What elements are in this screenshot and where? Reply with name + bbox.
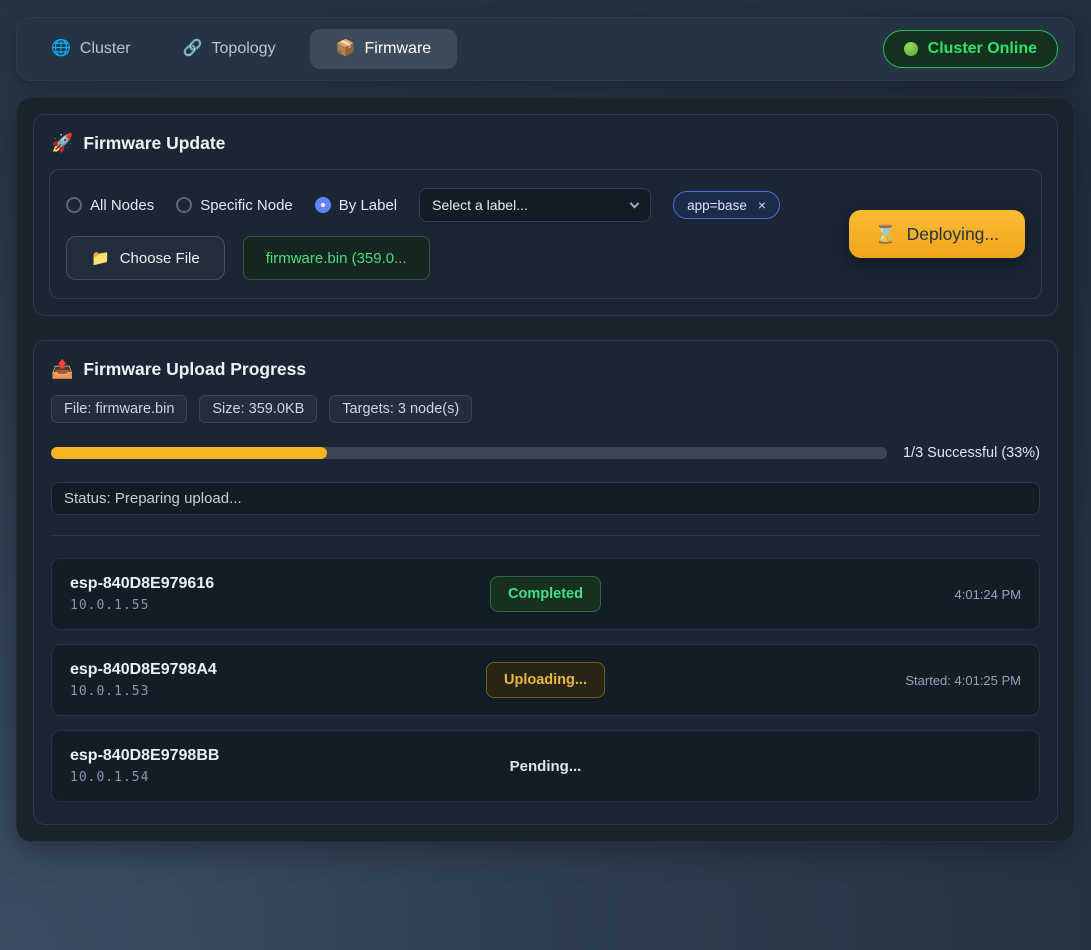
nav-tab-firmware-label: Firmware (365, 40, 432, 58)
radio-all-nodes[interactable]: All Nodes (66, 197, 154, 214)
chip-close-icon[interactable]: × (758, 198, 766, 212)
progress-bar-fill (51, 447, 327, 459)
section-divider (51, 535, 1040, 536)
node-row-2: esp-840D8E9798A4 10.0.1.53 Uploading... … (51, 644, 1040, 716)
deploy-button-label: Deploying... (907, 224, 999, 245)
file-row: 📁 Choose File firmware.bin (359.0... (66, 236, 825, 280)
node-3-info: esp-840D8E9798BB 10.0.1.54 (70, 747, 387, 785)
firmware-update-title: 🚀 Firmware Update (51, 133, 1042, 154)
top-navbar: 🌐 Cluster 🔗 Topology 📦 Firmware Cluster … (16, 17, 1075, 81)
choose-file-button[interactable]: 📁 Choose File (66, 236, 225, 280)
firmware-update-card: 🚀 Firmware Update All Nodes Specific Nod… (33, 114, 1058, 316)
upload-progress-card: 📤 Firmware Upload Progress File: firmwar… (33, 340, 1058, 825)
radio-specific-node[interactable]: Specific Node (176, 197, 293, 214)
cluster-online-label: Cluster Online (928, 40, 1037, 58)
node-2-status-badge: Uploading... (486, 662, 605, 698)
hourglass-icon: ⌛ (875, 224, 897, 245)
radio-by-label-label: By Label (339, 197, 397, 214)
node-3-status-wrap: Pending... (387, 749, 704, 784)
node-2-status-wrap: Uploading... (387, 662, 704, 698)
node-1-info: esp-840D8E979616 10.0.1.55 (70, 575, 387, 613)
node-1-time: 4:01:24 PM (704, 587, 1021, 602)
chevron-down-icon (630, 198, 640, 208)
upload-progress-title: 📤 Firmware Upload Progress (51, 359, 1042, 380)
target-mode-row: All Nodes Specific Node By Label Select … (66, 188, 825, 222)
nav-tab-topology[interactable]: 🔗 Topology (165, 29, 294, 69)
upload-meta-row: File: firmware.bin Size: 359.0KB Targets… (51, 395, 1040, 423)
progress-label: 1/3 Successful (33%) (903, 445, 1040, 461)
upload-status-box: Status: Preparing upload... (51, 482, 1040, 515)
package-icon: 📦 (336, 41, 356, 57)
label-select[interactable]: Select a label... (419, 188, 651, 222)
selected-file-button[interactable]: firmware.bin (359.0... (243, 236, 430, 280)
node-2-name: esp-840D8E9798A4 (70, 661, 387, 679)
nav-tab-topology-label: Topology (212, 40, 276, 58)
meta-targets-badge: Targets: 3 node(s) (329, 395, 472, 423)
firmware-update-title-text: Firmware Update (83, 133, 225, 154)
meta-file-badge: File: firmware.bin (51, 395, 187, 423)
node-1-name: esp-840D8E979616 (70, 575, 387, 593)
online-dot-icon (904, 42, 918, 56)
node-3-status-badge: Pending... (510, 749, 582, 784)
node-row-1: esp-840D8E979616 10.0.1.55 Completed 4:0… (51, 558, 1040, 630)
selected-file-label: firmware.bin (359.0... (266, 250, 407, 267)
node-2-ip: 10.0.1.53 (70, 684, 387, 699)
label-chip-text: app=base (687, 198, 747, 213)
choose-file-label: Choose File (120, 250, 200, 267)
deploy-button[interactable]: ⌛ Deploying... (849, 210, 1025, 258)
progress-row: 1/3 Successful (33%) (51, 445, 1040, 461)
node-1-status-wrap: Completed (387, 576, 704, 612)
node-3-name: esp-840D8E9798BB (70, 747, 387, 765)
upload-progress-title-text: Firmware Upload Progress (83, 359, 306, 380)
radio-by-label-circle[interactable] (315, 197, 331, 213)
outbox-tray-icon: 📤 (51, 359, 73, 380)
radio-specific-node-label: Specific Node (200, 197, 293, 214)
cluster-online-badge: Cluster Online (883, 30, 1058, 68)
radio-by-label[interactable]: By Label (315, 197, 397, 214)
radio-all-nodes-label: All Nodes (90, 197, 154, 214)
nav-tab-firmware[interactable]: 📦 Firmware (310, 29, 458, 69)
progress-bar-track (51, 447, 887, 459)
node-1-ip: 10.0.1.55 (70, 598, 387, 613)
node-3-ip: 10.0.1.54 (70, 770, 387, 785)
radio-specific-node-circle[interactable] (176, 197, 192, 213)
link-icon: 🔗 (183, 41, 203, 57)
label-chip-app-base[interactable]: app=base × (673, 191, 780, 219)
main-container: 🚀 Firmware Update All Nodes Specific Nod… (16, 97, 1075, 842)
deploy-form-left: All Nodes Specific Node By Label Select … (66, 188, 825, 280)
upload-status-text: Status: Preparing upload... (64, 490, 242, 507)
rocket-icon: 🚀 (51, 133, 73, 154)
nav-tab-cluster[interactable]: 🌐 Cluster (33, 29, 149, 69)
radio-all-nodes-circle[interactable] (66, 197, 82, 213)
node-2-time: Started: 4:01:25 PM (704, 673, 1021, 688)
globe-icon: 🌐 (51, 41, 71, 57)
meta-size-badge: Size: 359.0KB (199, 395, 317, 423)
folder-icon: 📁 (91, 249, 110, 267)
node-row-3: esp-840D8E9798BB 10.0.1.54 Pending... (51, 730, 1040, 802)
node-1-status-badge: Completed (490, 576, 601, 612)
label-select-value: Select a label... (432, 197, 528, 213)
nav-tab-cluster-label: Cluster (80, 40, 131, 58)
node-2-info: esp-840D8E9798A4 10.0.1.53 (70, 661, 387, 699)
deploy-form-panel: All Nodes Specific Node By Label Select … (49, 169, 1042, 299)
